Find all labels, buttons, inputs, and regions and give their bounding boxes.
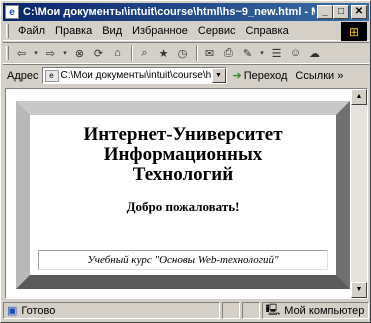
links-button[interactable]: Ссылки » (295, 70, 343, 82)
content-panel: Интернет-Университет Информационных Техн… (30, 115, 336, 275)
edit-icon[interactable]: ✎ (239, 45, 256, 62)
status-bar: ▣ Готово 🖳 Мой компьютер (3, 301, 369, 320)
favorites-icon[interactable]: ★ (155, 45, 172, 62)
vertical-scrollbar[interactable]: ▲ ▼ (351, 89, 367, 298)
discuss-icon[interactable]: ☰ (268, 45, 285, 62)
heading-line-3: Технологий (132, 164, 234, 185)
toolbar-grip[interactable] (6, 46, 9, 60)
toolbar-separator (196, 45, 198, 61)
windows-logo-icon: ⊞ (341, 22, 367, 41)
menu-file[interactable]: Файл (13, 25, 50, 37)
zone-text: Мой компьютер (284, 304, 365, 317)
menu-grip[interactable] (6, 24, 9, 38)
print-icon[interactable]: ⎙ (220, 45, 237, 62)
menu-view[interactable]: Вид (97, 25, 127, 37)
toolbar: ⇦ ▾ ⇨ ▾ ⊗ ⟳ ⌂ ⌕ ★ ◷ ✉ ⎙ ✎ ▾ ☰ ☺ ☁ (3, 42, 369, 64)
stop-icon[interactable]: ⊗ (71, 45, 88, 62)
refresh-icon[interactable]: ⟳ (90, 45, 107, 62)
menu-tools[interactable]: Сервис (193, 25, 241, 37)
address-dropdown-icon[interactable]: ▼ (211, 68, 226, 83)
back-dropdown-icon[interactable]: ▾ (32, 45, 40, 62)
course-box: Учебный курс "Основы Web-технологий" (38, 250, 328, 270)
home-icon[interactable]: ⌂ (109, 45, 126, 62)
research-icon[interactable]: ☁ (306, 45, 323, 62)
status-cell (221, 302, 240, 319)
messenger-icon[interactable]: ☺ (287, 45, 304, 62)
mail-icon[interactable]: ✉ (201, 45, 218, 62)
address-value[interactable]: C:\Мои документы\intuit\course\html\ (61, 70, 211, 81)
heading-line-2: Информационных (103, 144, 263, 165)
forward-arrow-icon[interactable]: ⇨ (42, 45, 59, 62)
address-label: Адрес (7, 69, 39, 82)
scroll-up-icon[interactable]: ▲ (351, 89, 367, 105)
go-arrow-icon: ➔ (232, 70, 242, 82)
edit-dropdown-icon[interactable]: ▾ (258, 45, 266, 62)
forward-dropdown-icon[interactable]: ▾ (61, 45, 69, 62)
heading-line-1: Интернет-Университет (83, 124, 283, 145)
welcome-text: Добро пожаловать! (126, 199, 240, 214)
menu-edit[interactable]: Правка (50, 25, 97, 37)
title-bar[interactable]: e C:\Мои документы\intuit\course\html\hs… (3, 3, 369, 21)
toolbar-separator (131, 45, 133, 61)
page-done-icon: ▣ (7, 305, 18, 317)
window-title: C:\Мои документы\intuit\course\html\hs~9… (23, 6, 315, 18)
go-button[interactable]: ➔ Переход (232, 69, 288, 83)
page-heading: Интернет-Университет Информационных Техн… (30, 125, 336, 185)
my-computer-icon: 🖳 (265, 304, 281, 316)
back-arrow-icon[interactable]: ⇦ (13, 45, 30, 62)
status-zone: 🖳 Мой компьютер (261, 302, 369, 319)
page-frame: Интернет-Университет Информационных Техн… (16, 101, 350, 289)
scroll-down-icon[interactable]: ▼ (351, 282, 367, 298)
maximize-button[interactable]: □ (333, 5, 349, 19)
minimize-button[interactable]: _ (317, 5, 333, 19)
go-label: Переход (243, 69, 288, 82)
menu-bar: Файл Правка Вид Избранное Сервис Справка… (3, 22, 369, 41)
course-text: Учебный курс "Основы Web-технологий" (87, 254, 279, 266)
search-icon[interactable]: ⌕ (136, 45, 153, 62)
history-icon[interactable]: ◷ (174, 45, 191, 62)
address-input[interactable]: e C:\Мои документы\intuit\course\html\ ▼ (41, 67, 227, 84)
menu-favorites[interactable]: Избранное (127, 25, 193, 37)
address-bar: Адрес e C:\Мои документы\intuit\course\h… (3, 64, 369, 86)
close-button[interactable]: ✕ (351, 5, 367, 19)
ie-icon: e (5, 5, 19, 19)
status-main: ▣ Готово (3, 302, 220, 319)
status-text: Готово (21, 304, 56, 317)
menu-help[interactable]: Справка (241, 25, 294, 37)
status-cell (241, 302, 260, 319)
page-icon: e (44, 69, 59, 82)
browser-window: e C:\Мои документы\intuit\course\html\hs… (0, 0, 371, 323)
page-viewport[interactable]: Интернет-Университет Информационных Техн… (5, 88, 368, 299)
